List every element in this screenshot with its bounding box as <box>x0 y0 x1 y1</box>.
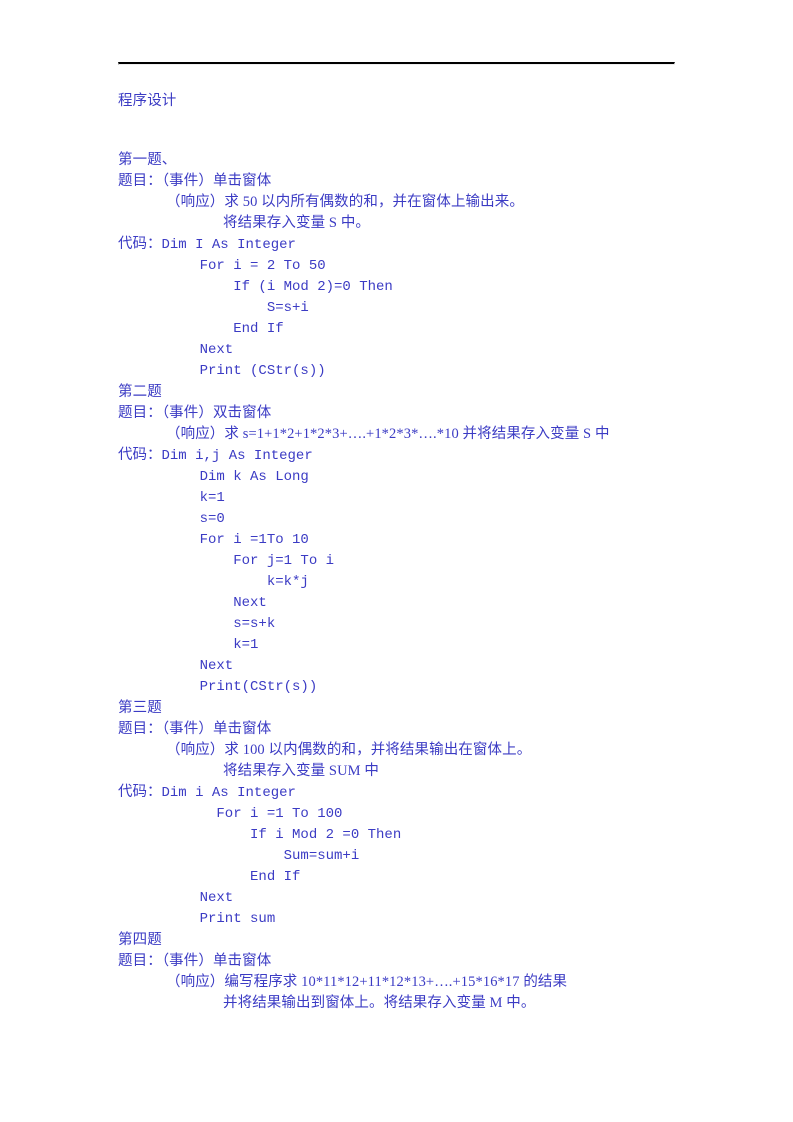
code-text: Dim i As Integer <box>161 785 296 801</box>
event-text: （事件）单击窗体 <box>161 721 272 737</box>
code-line: If i Mod 2 =0 Then <box>166 827 402 843</box>
section-heading: 第一题、 <box>118 152 177 168</box>
code-line: Next <box>166 342 234 358</box>
code-line: For i =1To 10 <box>166 532 309 548</box>
header-divider <box>118 62 675 65</box>
code-line: k=k*j <box>166 574 309 590</box>
prompt-label: 题目： <box>118 405 162 421</box>
response-line: （响应）求 50 以内所有偶数的和，并在窗体上输出来。 <box>166 194 524 210</box>
section-4: 第四题 题目：（事件）单击窗体 （响应）编写程序求 10*11*12+11*12… <box>118 930 675 1014</box>
prompt-line: 题目：（事件）单击窗体 <box>118 171 675 192</box>
code-label: 代码： <box>118 447 162 463</box>
code-line: For j=1 To i <box>166 553 335 569</box>
code-label: 代码： <box>118 784 162 800</box>
code-line: For i = 2 To 50 <box>166 258 326 274</box>
response-line: （响应）求 100 以内偶数的和，并将结果输出在窗体上。 <box>166 742 532 758</box>
prompt-line: 题目：（事件）双击窗体 <box>118 403 675 424</box>
code-line: Print(CStr(s)) <box>166 679 318 695</box>
response-line: 将结果存入变量 SUM 中 <box>223 763 379 779</box>
prompt-label: 题目： <box>118 173 162 189</box>
code-line: s=0 <box>166 511 225 527</box>
prompt-label: 题目： <box>118 721 162 737</box>
section-3: 第三题 题目：（事件）单击窗体 （响应）求 100 以内偶数的和，并将结果输出在… <box>118 698 675 930</box>
prompt-line: 题目：（事件）单击窗体 <box>118 951 675 972</box>
code-line: For i =1 To 100 <box>166 806 343 822</box>
response-line: （响应）编写程序求 10*11*12+11*12*13+….+15*16*17 … <box>166 974 568 990</box>
code-line: Next <box>166 658 234 674</box>
section-heading: 第二题 <box>118 384 162 400</box>
code-line: s=s+k <box>166 616 276 632</box>
event-text: （事件）单击窗体 <box>161 173 272 189</box>
response-line: 将结果存入变量 S 中。 <box>223 215 371 231</box>
code-text: Dim I As Integer <box>161 237 296 253</box>
code-line: Print sum <box>166 911 276 927</box>
code-line: Dim k As Long <box>166 469 309 485</box>
code-first-line: 代码：Dim I As Integer <box>118 234 675 256</box>
code-line: Print (CStr(s)) <box>166 363 326 379</box>
prompt-line: 题目：（事件）单击窗体 <box>118 719 675 740</box>
section-heading: 第四题 <box>118 932 162 948</box>
code-line: S=s+i <box>166 300 309 316</box>
event-text: （事件）双击窗体 <box>161 405 272 421</box>
response-line: （响应）求 s=1+1*2+1*2*3+….+1*2*3*….*10 并将结果存… <box>166 426 610 442</box>
code-first-line: 代码：Dim i,j As Integer <box>118 445 675 467</box>
code-first-line: 代码：Dim i As Integer <box>118 782 675 804</box>
section-2: 第二题 题目：（事件）双击窗体 （响应）求 s=1+1*2+1*2*3+….+1… <box>118 382 675 698</box>
code-line: Sum=sum+i <box>166 848 360 864</box>
code-line: Next <box>166 890 234 906</box>
code-line: Next <box>166 595 267 611</box>
code-line: End If <box>166 869 301 885</box>
title-spacer <box>118 112 675 150</box>
document-body: 程序设计 第一题、 题目：（事件）单击窗体 （响应）求 50 以内所有偶数的和，… <box>118 62 675 1014</box>
code-line: If (i Mod 2)=0 Then <box>166 279 393 295</box>
prompt-label: 题目： <box>118 953 162 969</box>
code-line: k=1 <box>166 637 259 653</box>
section-1: 第一题、 题目：（事件）单击窗体 （响应）求 50 以内所有偶数的和，并在窗体上… <box>118 150 675 382</box>
code-line: k=1 <box>166 490 225 506</box>
response-line: 并将结果输出到窗体上。将结果存入变量 M 中。 <box>223 995 536 1011</box>
document-page: 程序设计 第一题、 题目：（事件）单击窗体 （响应）求 50 以内所有偶数的和，… <box>0 0 793 1122</box>
section-heading: 第三题 <box>118 700 162 716</box>
code-text: Dim i,j As Integer <box>161 448 313 464</box>
page-title: 程序设计 <box>118 93 177 109</box>
code-line: End If <box>166 321 284 337</box>
code-label: 代码： <box>118 236 162 252</box>
event-text: （事件）单击窗体 <box>161 953 272 969</box>
